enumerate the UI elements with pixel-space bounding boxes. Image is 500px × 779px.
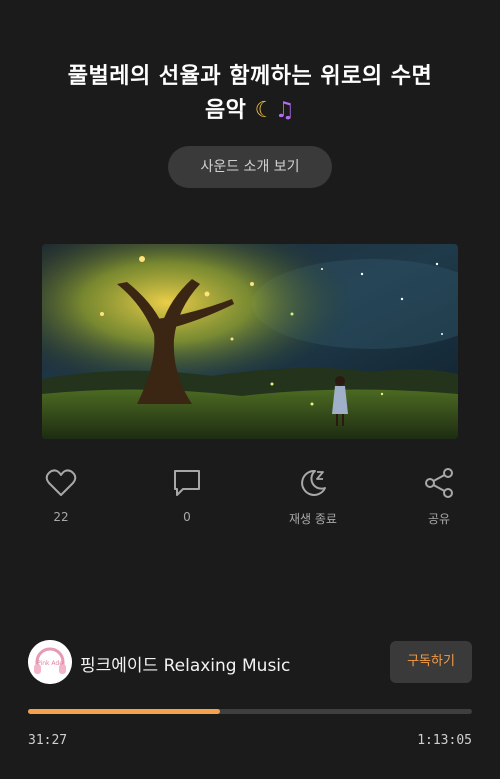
channel-row: Pink Ade 핑크에이드 Relaxing Music 구독하기 xyxy=(28,640,472,684)
headphones-logo-icon: Pink Ade xyxy=(28,640,72,684)
comment-count: 0 xyxy=(183,510,191,524)
progress-bar[interactable] xyxy=(28,709,472,714)
track-title: 풀벌레의 선율과 함께하는 위로의 수면 음악 ☾♫ xyxy=(20,60,480,128)
moon-sleep-icon xyxy=(301,469,326,496)
progress-fill xyxy=(28,709,220,714)
total-time: 1:13:05 xyxy=(417,733,472,748)
musical-notes-icon: ♫ xyxy=(274,98,296,123)
avatar-text: Pink Ade xyxy=(37,660,63,667)
share-icon xyxy=(425,468,453,498)
comment-button[interactable]: 0 xyxy=(142,466,232,524)
cover-artwork xyxy=(42,244,458,439)
like-count: 22 xyxy=(53,510,69,524)
cover-artwork-image xyxy=(42,244,458,439)
crescent-moon-icon: ☾ xyxy=(254,98,275,123)
channel-name[interactable]: 핑크에이드 Relaxing Music xyxy=(80,651,290,676)
track-title-line2: 음악 ☾♫ xyxy=(20,94,480,128)
action-bar: 22 0 재생 종료 공유 xyxy=(0,466,500,536)
sleep-timer-label: 재생 종료 xyxy=(289,512,337,526)
heart-icon xyxy=(45,469,77,496)
track-title-line2-text: 음악 xyxy=(204,98,247,123)
subscribe-button[interactable]: 구독하기 xyxy=(390,641,472,683)
track-title-line1: 풀벌레의 선율과 함께하는 위로의 수면 xyxy=(67,64,433,89)
sound-intro-button[interactable]: 사운드 소개 보기 xyxy=(168,146,332,188)
current-time: 31:27 xyxy=(28,733,68,748)
sleep-timer-button[interactable]: 재생 종료 xyxy=(268,466,358,527)
share-button[interactable]: 공유 xyxy=(394,466,484,527)
channel-avatar[interactable]: Pink Ade xyxy=(28,640,72,684)
comment-icon xyxy=(174,470,200,496)
share-label: 공유 xyxy=(427,512,451,526)
like-button[interactable]: 22 xyxy=(16,466,106,524)
